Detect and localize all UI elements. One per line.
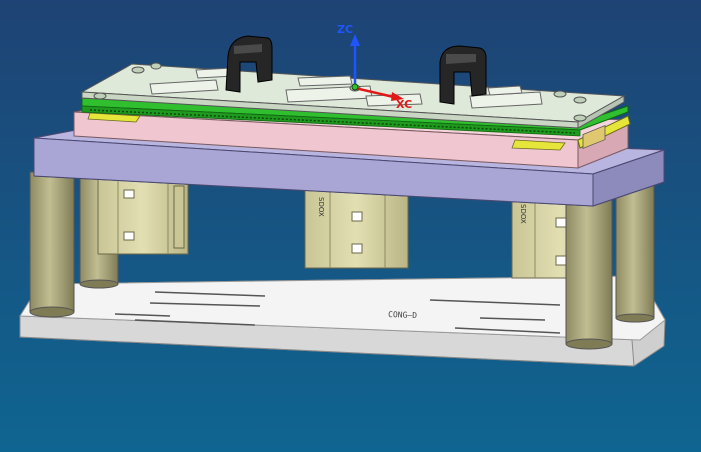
cylinder-mark-right: SDOX [519,204,527,224]
fixture-model-svg[interactable]: CONG—D SDOX SDOX ZC XC [0,0,701,452]
cad-3d-viewport[interactable]: CONG—D SDOX SDOX ZC XC [0,0,701,452]
x-axis-label: XC [396,98,412,111]
base-engraved-mark: CONG—D [388,310,417,320]
pneumatic-cylinder-left [97,175,189,255]
z-axis-label: ZC [337,23,353,36]
origin-marker [351,83,359,91]
cylinder-mark-center: SDOX [317,197,325,217]
pneumatic-cylinder-center: SDOX [304,189,409,269]
